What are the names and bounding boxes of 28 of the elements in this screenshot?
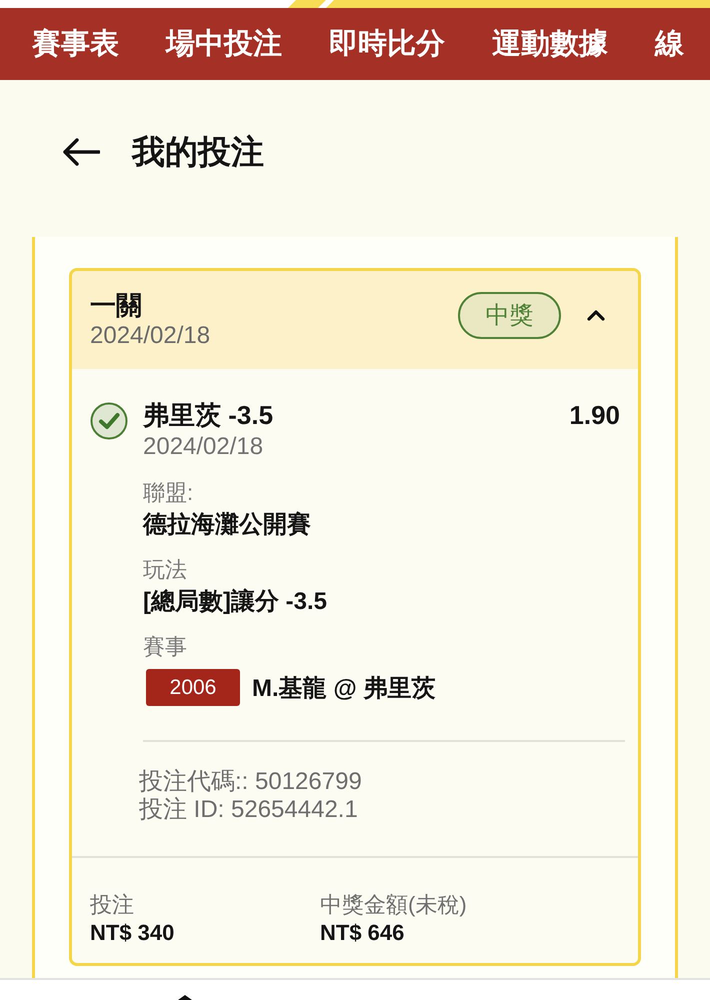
detail-label: 聯盟: bbox=[143, 479, 194, 507]
detail-label: 玩法 bbox=[143, 556, 187, 584]
selection-date: 2024/02/18 bbox=[143, 432, 264, 462]
summary-label: 投注 bbox=[90, 891, 134, 919]
nav-tab[interactable]: 場中投注 bbox=[166, 24, 282, 64]
event-number-tag: 2006 bbox=[146, 669, 240, 706]
nav-tab[interactable]: 即時比分 bbox=[329, 24, 445, 64]
status-badge: 中獎 bbox=[458, 292, 561, 338]
selection-name: 弗里茨 -3.5 bbox=[143, 399, 274, 431]
detail-value: [總局數]讓分 -3.5 bbox=[143, 587, 328, 617]
bet-date: 2024/02/18 bbox=[90, 321, 210, 351]
bet-code-text: 投注代碼:: 50126799 bbox=[139, 768, 362, 796]
bet-id-text: 投注 ID: 52654442.1 bbox=[139, 796, 358, 824]
page-title: 我的投注 bbox=[132, 132, 264, 172]
nav-tab[interactable]: 線 bbox=[655, 24, 684, 64]
nav-tab[interactable]: 運動數據 bbox=[492, 24, 608, 64]
summary-label: 中獎金額(未稅) bbox=[320, 891, 467, 919]
event-label: 賽事 bbox=[143, 633, 187, 661]
match-name: M.基龍 @ 弗里茨 bbox=[252, 674, 436, 704]
nav-tab[interactable]: 賽事表 bbox=[32, 24, 119, 64]
bet-type-label: 一關 bbox=[90, 289, 142, 321]
odds-value: 1.90 bbox=[569, 399, 620, 431]
summary-value: NT$ 340 bbox=[90, 919, 174, 947]
summary-value: NT$ 646 bbox=[320, 919, 404, 947]
detail-value: 德拉海灘公開賽 bbox=[143, 510, 311, 540]
caret-icon[interactable] bbox=[587, 309, 605, 321]
back-arrow-icon[interactable] bbox=[62, 138, 100, 166]
caret-icon[interactable] bbox=[178, 995, 192, 1000]
